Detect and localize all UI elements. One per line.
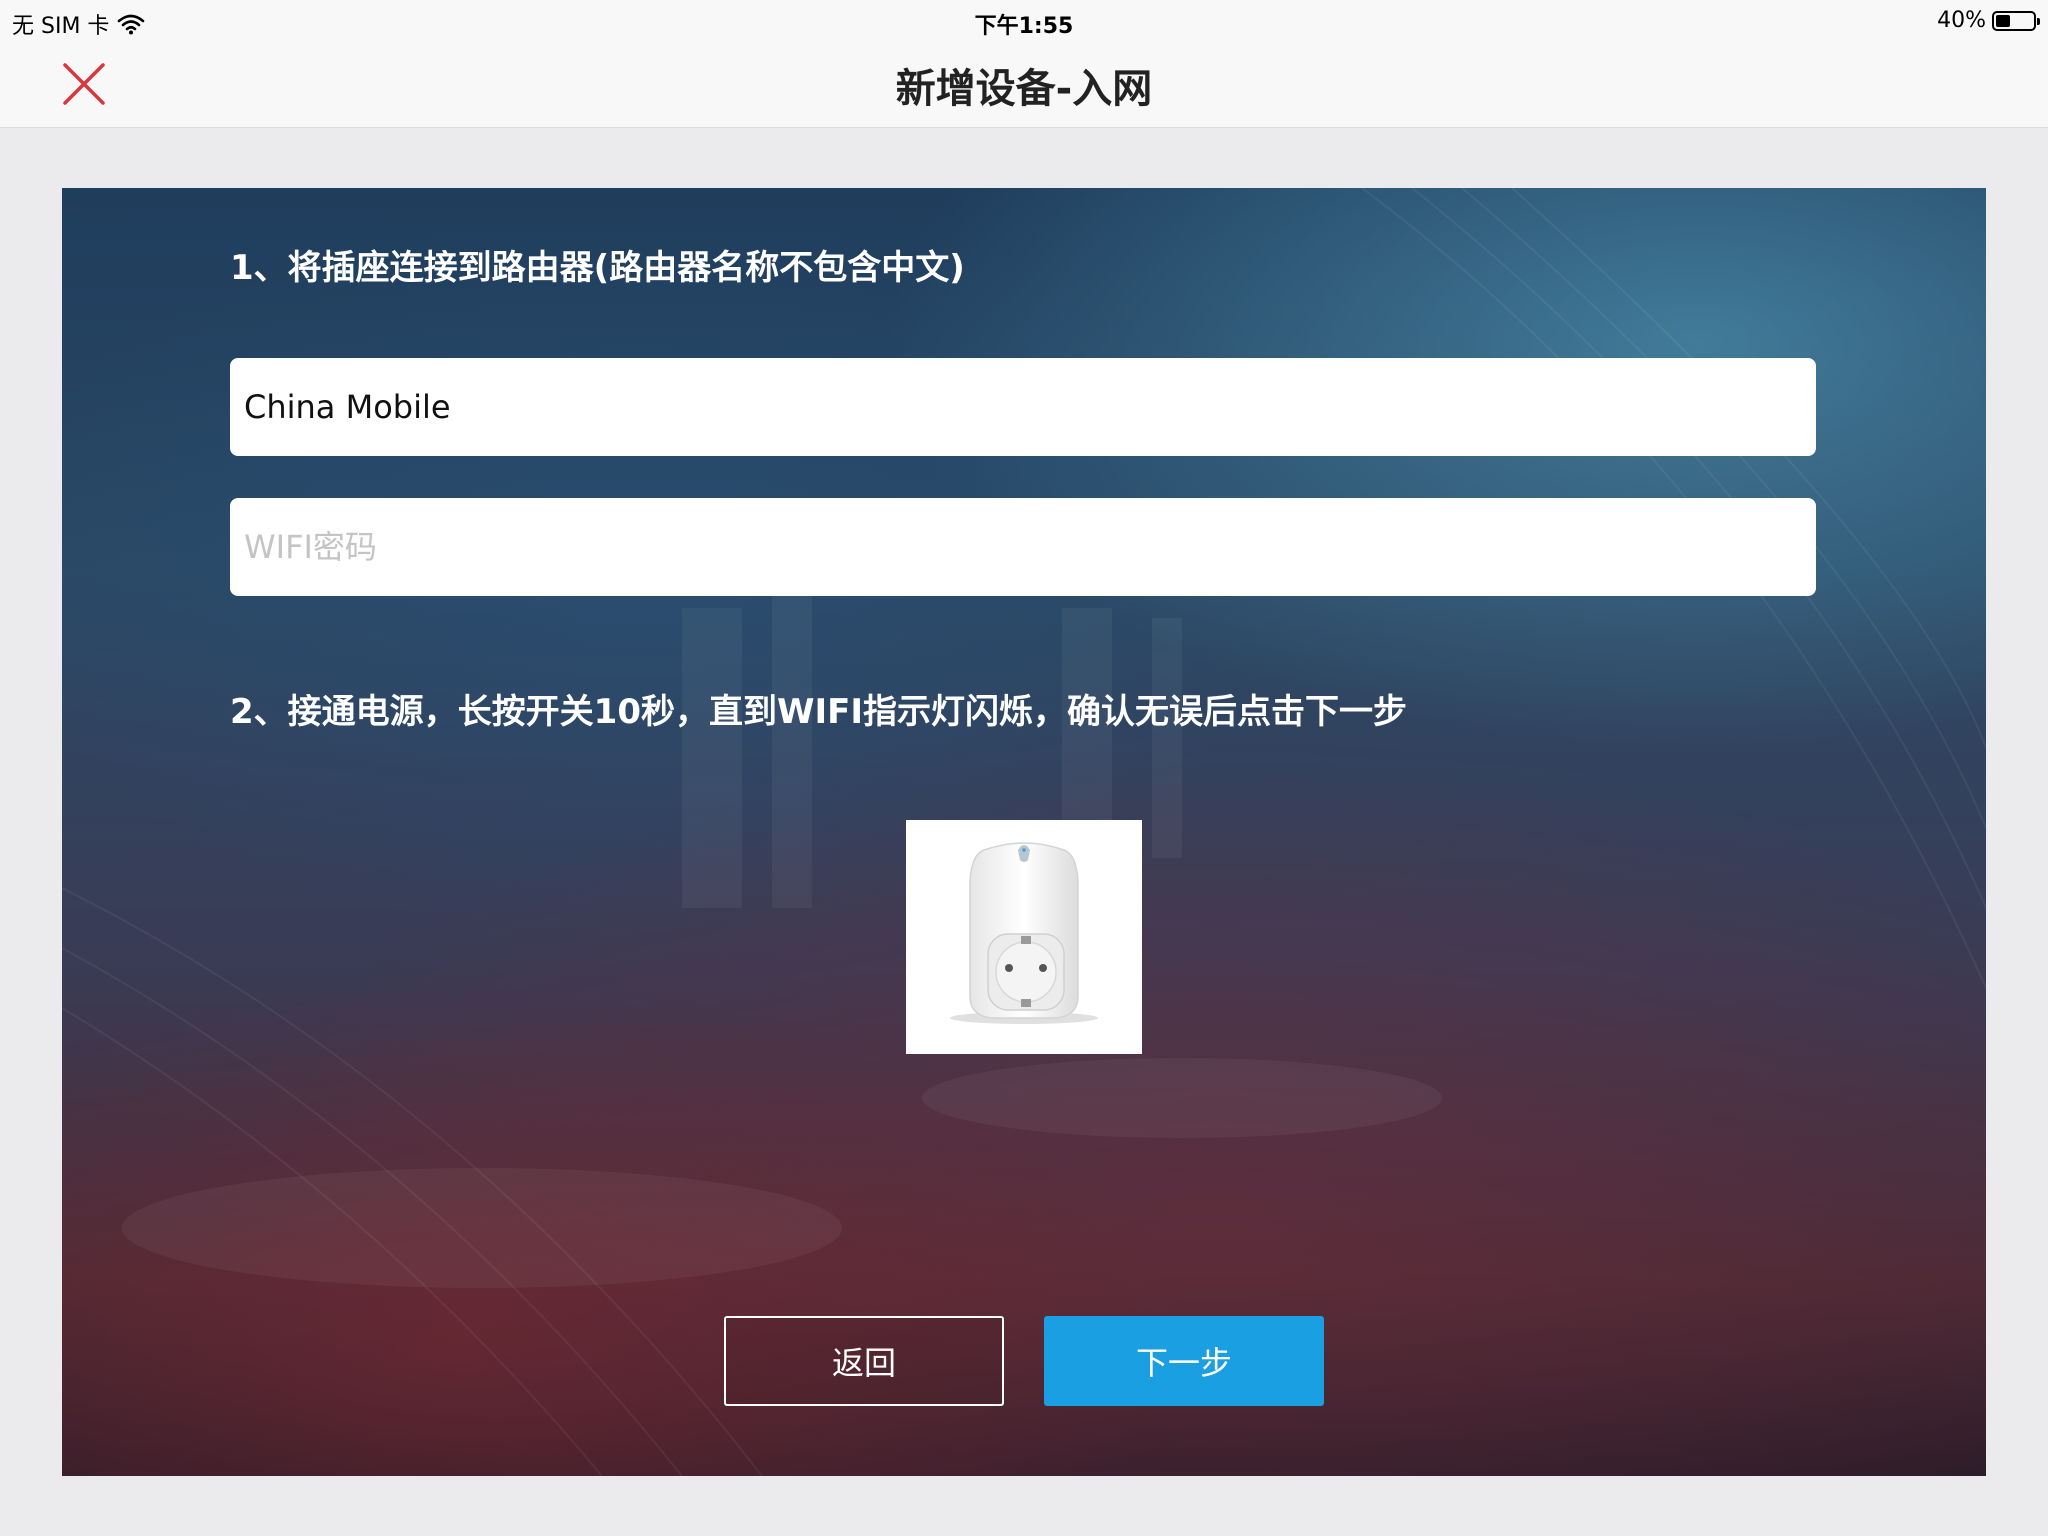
battery-level-fill: [1996, 14, 2011, 27]
close-icon: [62, 62, 106, 110]
battery-percent: 40%: [1937, 8, 1986, 33]
wifi-ssid-input[interactable]: [230, 358, 1816, 456]
back-button[interactable]: 返回: [724, 1316, 1004, 1406]
wifi-password-input[interactable]: [230, 498, 1816, 596]
close-button[interactable]: [56, 60, 112, 112]
step-2-instruction: 2、接通电源，长按开关10秒，直到WIFI指示灯闪烁，确认无误后点击下一步: [230, 692, 1407, 732]
status-right: 40%: [1937, 8, 2040, 33]
smart-plug-image: [906, 820, 1142, 1054]
status-bar: 无 SIM 卡 下午1:55 40%: [0, 0, 2048, 42]
smart-plug-icon: [950, 842, 1098, 1024]
nav-bar: 新增设备-入网: [0, 42, 2048, 128]
step-1-instruction: 1、将插座连接到路由器(路由器名称不包含中文): [230, 248, 965, 288]
battery-icon: [1992, 10, 2040, 31]
network-setup-panel: 1、将插座连接到路由器(路由器名称不包含中文) 2、接通电源，长按开关10秒，直…: [62, 188, 1986, 1476]
next-step-button[interactable]: 下一步: [1044, 1316, 1324, 1406]
status-time: 下午1:55: [974, 14, 1074, 39]
page-title: 新增设备-入网: [895, 66, 1153, 112]
